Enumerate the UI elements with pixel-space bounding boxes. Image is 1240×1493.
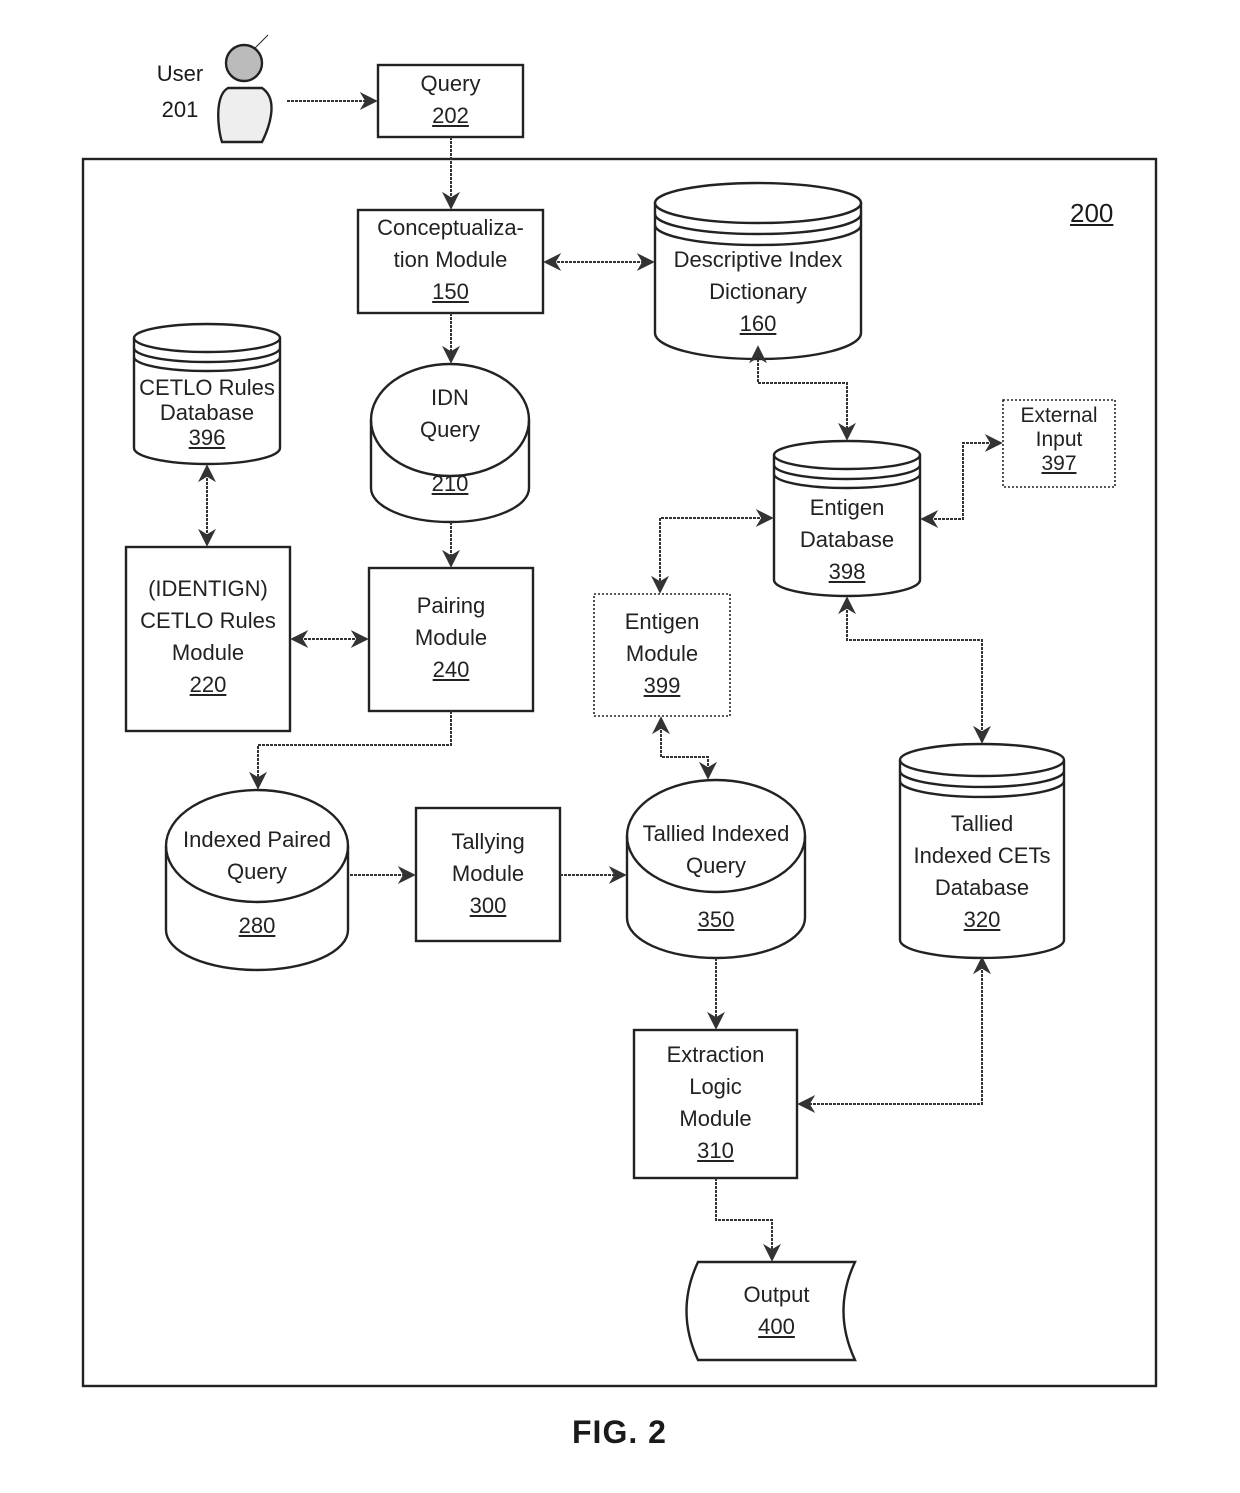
node-text: Entigen: [809, 495, 885, 520]
node-text: CETLO Rules: [139, 375, 275, 400]
node-cetlo-module: (IDENTIGN) CETLO Rules Module 220: [126, 573, 290, 701]
node-text: Database: [159, 400, 255, 425]
edge-external-entigendb: [920, 434, 1003, 528]
node-conceptualization: Conceptualiza- tion Module 150: [358, 212, 543, 308]
node-text: Module: [414, 625, 488, 650]
node-text: (IDENTIGN): [148, 576, 268, 601]
node-text: Query: [227, 859, 287, 884]
edge-entigenmodule-talliedquery: [652, 716, 717, 780]
node-external-input: External Input 397: [1003, 404, 1115, 476]
node-text: Input: [1035, 428, 1083, 451]
node-tallying: Tallying Module 300: [416, 826, 560, 922]
node-text: Pairing: [416, 593, 486, 618]
node-idn-query: IDN Query 210: [371, 382, 529, 500]
node-ref: 310: [697, 1138, 734, 1163]
edge-pairing-indexedpaired: [249, 711, 452, 790]
node-text: Conceptualiza-: [377, 215, 524, 240]
node-descriptive-index: Descriptive Index Dictionary 160: [655, 244, 861, 340]
node-ref: 400: [758, 1314, 795, 1339]
node-text: Query: [420, 71, 481, 96]
node-text: Logic: [689, 1074, 742, 1099]
node-text: Query: [420, 417, 480, 442]
node-text: Extraction: [666, 1042, 765, 1067]
node-ref: 300: [469, 893, 507, 918]
node-text: Tallying: [451, 829, 525, 854]
node-text: IDN: [431, 385, 469, 410]
node-ref: 396: [188, 425, 226, 450]
system-boundary: [81, 157, 1158, 1388]
node-ref: 280: [238, 913, 276, 938]
node-text: Descriptive Index: [673, 247, 843, 272]
edge-talliedcets-extraction: [797, 956, 991, 1113]
figure-caption: FIG. 2: [572, 1414, 667, 1450]
node-indexed-paired: Indexed Paired Query 280: [166, 824, 348, 942]
node-text: CETLO Rules: [140, 608, 276, 633]
node-text: Entigen: [624, 609, 700, 634]
user-icon: [217, 34, 273, 144]
edge-entigendb-talliedcets: [838, 596, 991, 744]
node-ref: 240: [432, 657, 470, 682]
node-ref: 210: [431, 471, 469, 496]
node-text: Query: [686, 853, 746, 878]
node-text: Tallied Indexed: [642, 821, 790, 846]
node-text: Tallied: [950, 811, 1014, 836]
node-output: Output 400: [698, 1279, 855, 1343]
user-label: User 201: [148, 56, 212, 128]
node-tallied-cets-db: Tallied Indexed CETs Database 320: [900, 808, 1064, 936]
node-text: Database: [799, 527, 895, 552]
node-text: Output: [743, 1282, 810, 1307]
diagram-canvas: [81, 34, 1158, 1388]
node-text: Dictionary: [709, 279, 807, 304]
edge-entigendb-entigenmodule: [651, 509, 774, 594]
node-extraction: Extraction Logic Module 310: [634, 1039, 797, 1167]
node-tallied-indexed-query: Tallied Indexed Query 350: [627, 818, 805, 936]
user-label-text: User: [156, 61, 204, 86]
node-pairing: Pairing Module 240: [369, 590, 533, 686]
node-ref: 160: [739, 311, 777, 336]
node-ref: 202: [432, 103, 469, 128]
node-entigen-module: Entigen Module 399: [594, 606, 730, 702]
node-ref: 220: [189, 672, 227, 697]
node-query: Query 202: [378, 68, 523, 132]
node-ref: 350: [697, 907, 735, 932]
node-text: Indexed Paired: [183, 827, 331, 852]
edge-descriptive-entigen: [749, 345, 856, 441]
node-text: Module: [451, 861, 525, 886]
system-ref: 200: [1070, 198, 1114, 228]
node-text: External: [1020, 404, 1098, 427]
node-text: Module: [625, 641, 699, 666]
edge-extraction-output: [715, 1178, 781, 1262]
node-cetlo-db: CETLO Rules Database 396: [134, 375, 280, 450]
node-ref: 398: [828, 559, 866, 584]
node-ref: 397: [1041, 452, 1077, 475]
node-text: Database: [934, 875, 1030, 900]
node-entigen-db: Entigen Database 398: [774, 492, 920, 588]
node-text: Module: [171, 640, 245, 665]
node-text: tion Module: [393, 247, 508, 272]
node-text: Module: [679, 1106, 752, 1131]
node-ref: 399: [643, 673, 681, 698]
node-text: Indexed CETs: [913, 843, 1051, 868]
node-ref: 320: [963, 907, 1001, 932]
node-ref: 150: [432, 279, 469, 304]
user-ref: 201: [161, 97, 199, 122]
